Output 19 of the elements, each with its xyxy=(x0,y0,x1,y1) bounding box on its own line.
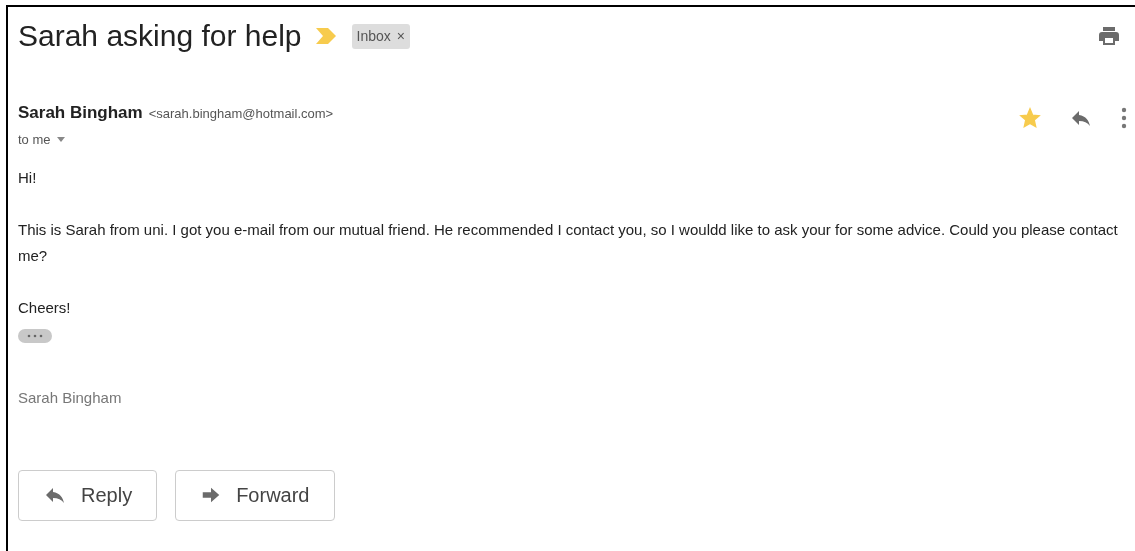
sender-name: Sarah Bingham xyxy=(18,102,143,124)
message-paragraph: Cheers! xyxy=(18,298,72,318)
message-paragraph: This is Sarah from uni. I got you e-mail from our mutual friend. He recommended I contact you, so I wouldd like to ask your for some advice. Could you please contact me? xyxy=(18,220,1119,266)
reply-button[interactable]: Reply xyxy=(18,469,158,521)
print-icon[interactable] xyxy=(1097,24,1121,48)
sender-email: <sarah.bingham@hotmail.com> xyxy=(148,105,334,123)
remove-label-button[interactable]: × xyxy=(396,25,405,47)
message-paragraph: Hi! xyxy=(18,168,38,188)
signature: Sarah Bingham xyxy=(18,388,123,408)
caret-icon xyxy=(56,136,65,142)
importance-marker-icon[interactable] xyxy=(315,28,336,44)
forward-button[interactable]: Forward xyxy=(175,469,335,521)
label-text: Inbox xyxy=(356,26,391,46)
star-icon[interactable] xyxy=(1019,107,1041,129)
email-subject: Sarah asking for help xyxy=(18,21,302,51)
label-tag[interactable]: Inbox × xyxy=(351,23,410,49)
show-trimmed-content-icon[interactable] xyxy=(18,329,52,343)
more-options-icon[interactable] xyxy=(1121,107,1127,129)
recipient-dropdown[interactable]: to me xyxy=(18,129,65,149)
